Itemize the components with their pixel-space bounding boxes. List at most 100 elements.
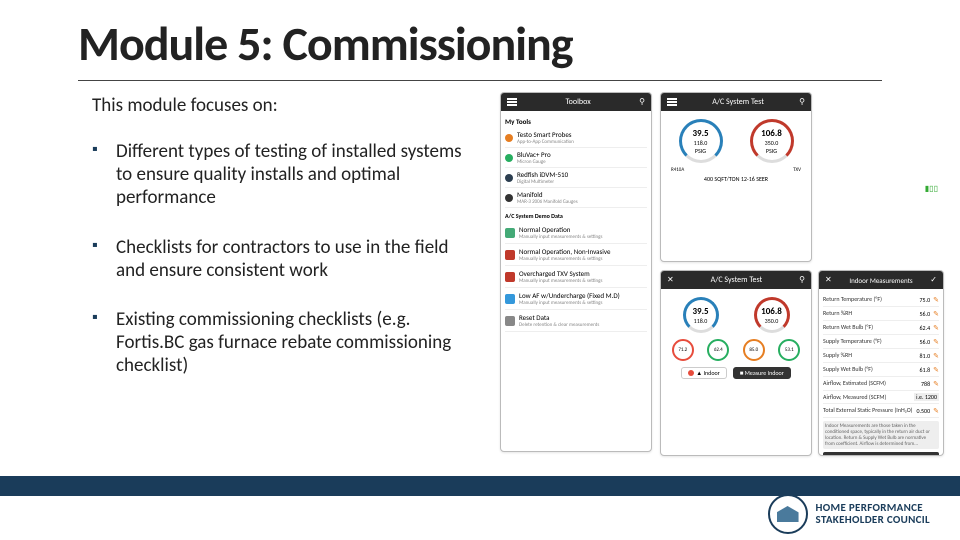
tool-icon [505, 174, 513, 182]
gauge-row: 39.5118.0PSIG 106.8350.0PSIG [665, 115, 807, 167]
gauge-sub: 118.0 [694, 139, 708, 147]
bullet-item: Checklists for contractors to use in the… [92, 236, 480, 282]
demo-sub: Manually input measurements & settings [519, 278, 602, 284]
meas-value: 75.0 [919, 296, 930, 304]
demo-name: Overcharged TXV System [519, 269, 602, 278]
btn-label: ■ Measure Indoor [740, 369, 784, 377]
gauge-sub: 350.0 [765, 317, 779, 325]
measure-button: ■ Measure Indoor [733, 367, 791, 379]
gauge-row: 39.5118.0 106.8350.0 [665, 293, 807, 337]
tool-sub: App-to-App Communication [517, 139, 574, 145]
phone-systest-bottom: ✕ A/C System Test ⚲ 39.5118.0 106.8350.0… [660, 270, 812, 456]
gauge-high: 106.8350.0PSIG [750, 119, 794, 163]
gauge-low: 39.5118.0 [683, 297, 719, 333]
demo-sub: Manually input measurements & settings [519, 256, 610, 262]
demo-sub: Delete retention & clear measurements [519, 322, 599, 328]
logo-badge [768, 494, 808, 534]
app-header: A/C System Test ⚲ [661, 93, 811, 111]
hamburger-icon [667, 98, 677, 106]
demo-icon [505, 228, 515, 238]
header-title: A/C System Test [712, 97, 764, 107]
gauge-unit: PSIG [695, 147, 706, 155]
mini-gauge: 53.1 [778, 339, 800, 361]
demo-name: Low AF w/Undercharge (Fixed M.D) [519, 291, 620, 300]
gauge-low: 39.5118.0PSIG [679, 119, 723, 163]
phone-indoor: ✕ Indoor Measurements ✓ Return Temperatu… [818, 270, 944, 456]
indoor-button: ▲ Indoor [681, 367, 727, 379]
demo-row: Reset DataDelete retention & clear measu… [505, 310, 647, 332]
gauge-tag: TXV [793, 167, 801, 173]
check-icon: ✓ [930, 275, 937, 285]
close-icon: ✕ [825, 275, 832, 285]
tool-name: BluVac+ Pro [517, 150, 551, 159]
tool-name: Testo Smart Probes [517, 130, 574, 139]
gauge-unit: PSIG [766, 147, 777, 155]
pencil-icon: ✎ [933, 406, 939, 415]
meas-value: 56.0 [919, 310, 930, 318]
tool-row: ManifoldMAR-3 2006 Manifold Gauges [505, 188, 647, 208]
demo-row: Overcharged TXV SystemManually input mea… [505, 266, 647, 288]
section-title: My Tools [505, 115, 647, 128]
meas-row: Return Wet Bulb (°F)62.4✎ [823, 321, 939, 335]
footer-logo: HOME PERFORMANCESTAKEHOLDER COUNCIL [768, 494, 930, 534]
phone-body: 39.5118.0PSIG 106.8350.0PSIG R410ATXV 40… [661, 111, 811, 187]
page-title: Module 5: Commissioning [78, 14, 573, 73]
meas-label: Supply Wet Bulb (°F) [823, 365, 873, 374]
demo-icon [505, 250, 515, 260]
pencil-icon: ✎ [933, 295, 939, 304]
pencil-icon: ✎ [933, 365, 939, 374]
meas-label: Supply %RH [823, 351, 852, 360]
pencil-icon: ✎ [933, 323, 939, 332]
gauge-value: 106.8 [761, 128, 782, 139]
tool-icon [505, 154, 513, 162]
pencil-icon: ✎ [933, 309, 939, 318]
meas-row: Return %RH 56.0✎ [823, 307, 939, 321]
meas-row: Total External Static Pressure (InH₂O)0.… [823, 404, 939, 418]
meas-row: Supply Temperature (°F)56.0✎ [823, 335, 939, 349]
tool-row: BluVac+ ProMicron Gauge [505, 148, 647, 168]
meas-row: Supply %RH81.0✎ [823, 349, 939, 363]
tool-icon [505, 194, 513, 202]
phone-toolbox: Toolbox ⚲ My Tools Testo Smart ProbesApp… [500, 92, 652, 452]
meas-row: Return Temperature (°F) 75.0✎ [823, 293, 939, 307]
close-icon: ✕ [667, 275, 674, 285]
dot-icon [688, 370, 694, 376]
tool-sub: Micron Gauge [517, 159, 551, 165]
demo-row: Normal OperationManually input measureme… [505, 222, 647, 244]
demo-icon [505, 316, 515, 326]
gauge-high: 106.8350.0 [754, 297, 790, 333]
header-title: A/C System Test [711, 275, 763, 285]
meas-label: Return Temperature (°F) [823, 295, 882, 304]
meas-value: 788 [921, 380, 930, 388]
gauge-tag: R410A [671, 167, 684, 173]
meas-row: Airflow, Measured (SCFM)i.e. 1200 [823, 391, 939, 404]
phone-body: My Tools Testo Smart ProbesApp-to-App Co… [501, 111, 651, 336]
tool-row: Redfish iDVM-510Digital Multimeter [505, 168, 647, 188]
gauge-sub: 118.0 [694, 317, 708, 325]
search-icon: ⚲ [639, 97, 645, 107]
footer-band [0, 476, 960, 494]
pencil-icon: ✎ [933, 351, 939, 360]
view-all-button: View All Data Categories [823, 452, 939, 456]
gauge-value: 39.5 [692, 306, 708, 317]
meas-value: 61.8 [919, 366, 930, 374]
gauge-value: 106.8 [761, 306, 782, 317]
phone-systest-top: A/C System Test ⚲ 39.5118.0PSIG 106.8350… [660, 92, 812, 262]
demo-sub: Manually input measurements & settings [519, 234, 602, 240]
tool-row: Testo Smart ProbesApp-to-App Communicati… [505, 128, 647, 148]
demo-row: Normal Operation, Non-InvasiveManually i… [505, 244, 647, 266]
demo-sub: Manually input measurements & settings [519, 300, 620, 306]
tool-name: Redfish iDVM-510 [517, 170, 568, 179]
title-rule [78, 80, 882, 81]
demo-name: Normal Operation, Non-Invasive [519, 247, 610, 256]
pencil-icon: ✎ [933, 337, 939, 346]
tool-name: Manifold [517, 190, 578, 199]
meas-label: Airflow, Measured (SCFM) [823, 393, 886, 401]
meas-label: Return %RH [823, 309, 852, 318]
house-icon [777, 506, 799, 522]
pencil-icon: ✎ [933, 379, 939, 388]
header-title: Indoor Measurements [849, 276, 912, 285]
search-icon: ⚲ [799, 275, 805, 285]
demo-icon [505, 294, 515, 304]
meas-label: Total External Static Pressure (InH₂O) [823, 406, 913, 415]
